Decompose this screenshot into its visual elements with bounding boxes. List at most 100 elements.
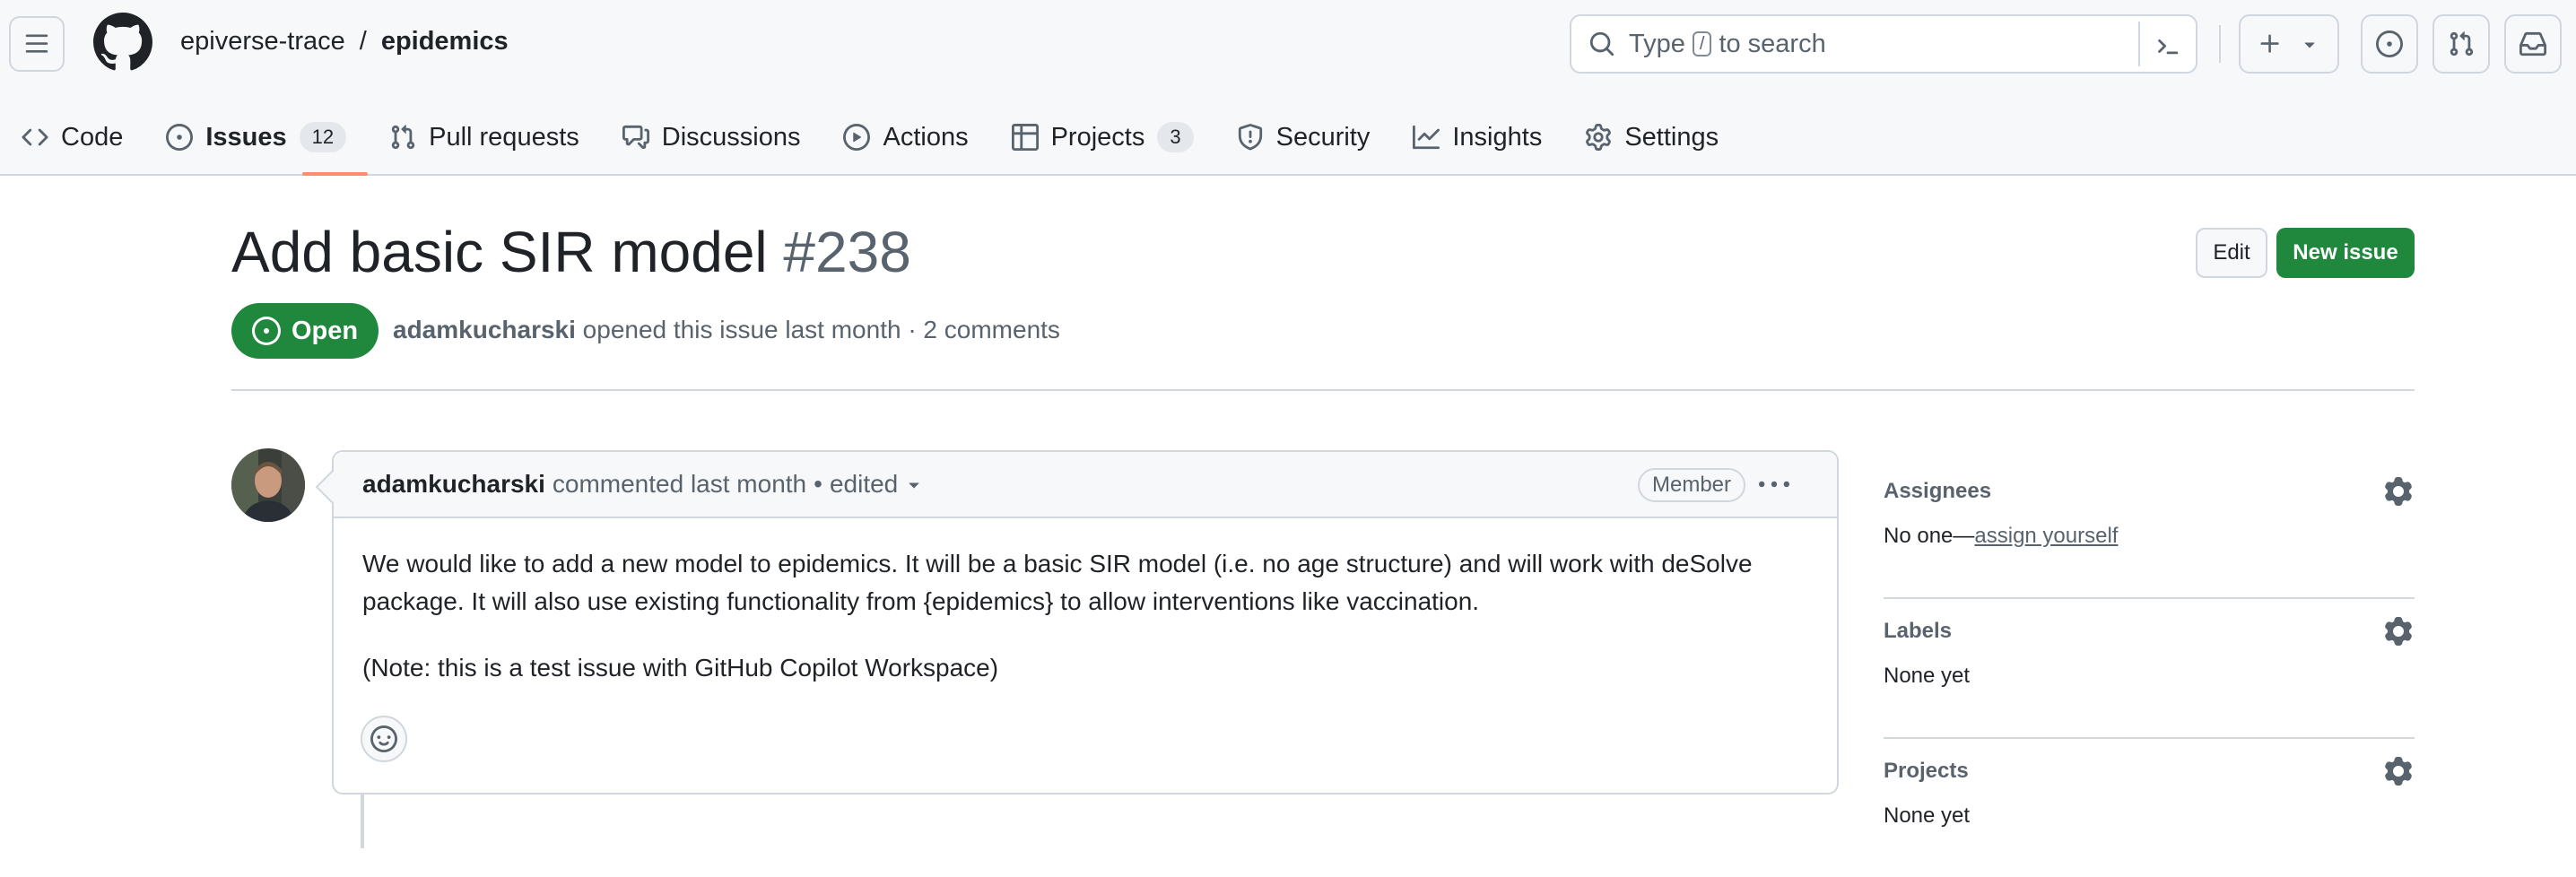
timeline-line: [361, 795, 364, 848]
assign-yourself-link[interactable]: assign yourself: [1974, 524, 2118, 548]
slash-key: /: [1692, 31, 1712, 56]
comment-bullet: •: [814, 470, 822, 498]
comment-meta: adamkucharski commented last month • edi…: [362, 470, 925, 499]
projects-title: Projects: [1884, 759, 1969, 783]
search-suffix: to search: [1719, 29, 1826, 58]
edited-label: edited: [829, 470, 899, 498]
issue-title-text: Add basic SIR model: [231, 220, 768, 284]
tab-security[interactable]: Security: [1215, 100, 1392, 174]
tab-label: Insights: [1452, 122, 1543, 152]
gear-icon: [2385, 477, 2412, 506]
tab-insights[interactable]: Insights: [1391, 100, 1563, 174]
tab-label: Pull requests: [429, 122, 579, 152]
tab-settings[interactable]: Settings: [1563, 100, 1740, 174]
breadcrumb-separator: /: [359, 27, 367, 56]
comment-paragraph: We would like to add a new model to epid…: [362, 550, 1753, 615]
search-icon: [1586, 28, 1618, 60]
code-icon: [22, 128, 48, 146]
labels-section: Labels None yet: [1884, 599, 2415, 739]
member-badge: Member: [1638, 468, 1746, 502]
tab-label: Code: [61, 122, 124, 152]
search-prefix: Type: [1629, 29, 1685, 58]
comment-author-link[interactable]: adamkucharski: [362, 470, 545, 499]
issues-count-badge: 12: [299, 122, 347, 152]
projects-section: Projects None yet: [1884, 739, 2415, 877]
tab-label: Discussions: [661, 122, 801, 152]
inbox-button[interactable]: [2504, 14, 2562, 74]
comment-action-text: commented last month: [552, 470, 807, 498]
tab-code[interactable]: Code: [0, 100, 144, 174]
labels-settings-button[interactable]: [2382, 615, 2415, 647]
tab-label: Security: [1275, 122, 1371, 152]
issue-opened-icon: [2376, 30, 2403, 57]
issue-opened-icon: [251, 317, 281, 345]
tab-label: Issues: [205, 122, 287, 152]
issue-number: #238: [783, 220, 911, 284]
add-reaction-button[interactable]: [361, 716, 407, 762]
labels-value: None yet: [1884, 664, 1971, 688]
repo-nav: Code Issues 12 Pull requests Discussions…: [0, 100, 1740, 176]
projects-value: None yet: [1884, 803, 1971, 828]
hamburger-icon: [25, 34, 48, 53]
top-header: epiverse-trace / epidemics Type / to sea…: [0, 0, 2576, 176]
table-icon: [1011, 124, 1039, 151]
issue-title: Add basic SIR model #238: [231, 219, 911, 285]
assignees-section: Assignees No one—assign yourself: [1884, 459, 2415, 599]
avatar[interactable]: [231, 448, 305, 522]
tab-label: Settings: [1624, 122, 1719, 152]
tab-issues[interactable]: Issues 12: [144, 100, 368, 176]
header-divider: [2219, 25, 2221, 63]
issue-state-label: Open: [291, 316, 359, 345]
inbox-icon: [2519, 31, 2546, 56]
issue-opened-icon: [166, 124, 194, 151]
create-new-button[interactable]: [2239, 14, 2339, 74]
comment-paragraph: (Note: this is a test issue with GitHub …: [362, 654, 999, 682]
assignees-none-text: No one—: [1884, 524, 1975, 548]
comment-header: adamkucharski commented last month • edi…: [334, 452, 1837, 518]
pull-requests-shortcut-button[interactable]: [2432, 14, 2490, 74]
smiley-icon: [370, 725, 397, 752]
issue-author-link[interactable]: adamkucharski: [393, 316, 576, 343]
tab-discussions[interactable]: Discussions: [601, 100, 822, 174]
issue-meta: adamkucharski opened this issue last mon…: [393, 316, 1060, 344]
issue-comment: adamkucharski commented last month • edi…: [332, 450, 1839, 795]
search-input[interactable]: Type / to search: [1570, 14, 2197, 74]
gear-icon: [2385, 617, 2412, 646]
issue-state-badge: Open: [231, 303, 379, 359]
plus-icon: [2260, 34, 2279, 53]
assignees-value: No one—assign yourself: [1884, 524, 2118, 549]
projects-settings-button[interactable]: [2382, 755, 2415, 787]
git-pull-request-icon: [391, 125, 415, 150]
new-issue-button[interactable]: New issue: [2276, 228, 2415, 278]
tab-label: Actions: [883, 122, 969, 152]
search-placeholder: Type / to search: [1629, 30, 1826, 59]
edit-button[interactable]: Edit: [2196, 228, 2267, 278]
kebab-horizontal-icon: [1759, 481, 1789, 488]
issue-opened-text: opened this issue last month · 2 comment…: [582, 316, 1060, 343]
gear-icon: [2385, 757, 2412, 786]
header-divider-line: [231, 389, 2415, 391]
comment-body: We would like to add a new model to epid…: [362, 545, 1806, 716]
edited-dropdown[interactable]: edited: [830, 470, 925, 499]
owner-link[interactable]: epiverse-trace: [180, 27, 345, 56]
breadcrumb: epiverse-trace / epidemics: [180, 27, 509, 56]
assignees-settings-button[interactable]: [2382, 475, 2415, 508]
menu-button[interactable]: [9, 16, 65, 72]
git-pull-request-icon: [2450, 31, 2474, 56]
tab-actions[interactable]: Actions: [822, 100, 989, 174]
assignees-title: Assignees: [1884, 479, 1992, 503]
comment-discussion-icon: [622, 125, 649, 150]
tab-label: Projects: [1050, 122, 1145, 152]
github-logo-icon[interactable]: [92, 13, 152, 72]
issues-shortcut-button[interactable]: [2361, 14, 2418, 74]
comment-options-button[interactable]: [1756, 468, 1792, 502]
projects-count-badge: 3: [1157, 122, 1194, 152]
command-palette-icon[interactable]: [2138, 22, 2196, 66]
triangle-down-icon: [2304, 42, 2315, 48]
tab-projects[interactable]: Projects 3: [990, 100, 1215, 174]
gear-icon: [1586, 124, 1612, 151]
labels-title: Labels: [1884, 619, 1953, 643]
repo-link[interactable]: epidemics: [381, 27, 509, 56]
tab-pull-requests[interactable]: Pull requests: [368, 100, 601, 174]
issue-sidebar: Assignees No one—assign yourself Labels …: [1884, 459, 2415, 877]
